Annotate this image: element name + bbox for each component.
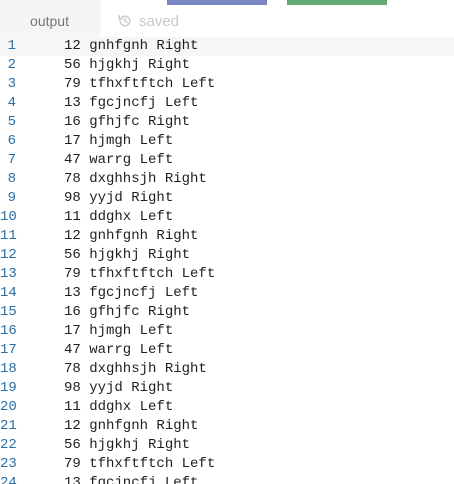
code-line: 7 47 warrg Left — [0, 151, 454, 170]
line-number: 20 — [0, 399, 17, 415]
code-text: 56 hjgkhj Right — [64, 57, 191, 73]
tab-output[interactable]: output — [0, 0, 99, 42]
line-number: 24 — [0, 475, 17, 484]
code-line: 13 79 tfhxftftch Left — [0, 265, 454, 284]
line-number: 3 — [7, 76, 16, 92]
code-line: 22 56 hjgkhj Right — [0, 436, 454, 455]
code-line: 3 79 tfhxftftch Left — [0, 75, 454, 94]
code-text: 98 yyjd Right — [64, 380, 174, 396]
line-number: 8 — [7, 171, 16, 187]
line-number: 17 — [0, 342, 17, 358]
code-line: 1 12 gnhfgnh Right — [0, 37, 454, 56]
code-line: 14 13 fgcjncfj Left — [0, 284, 454, 303]
code-text: 78 dxghhsjh Right — [64, 361, 207, 377]
code-line: 23 79 tfhxftftch Left — [0, 455, 454, 474]
line-number: 10 — [0, 209, 17, 225]
code-line: 6 17 hjmgh Left — [0, 132, 454, 151]
code-line: 16 17 hjmgh Left — [0, 322, 454, 341]
code-line: 15 16 gfhjfc Right — [0, 303, 454, 322]
code-text: 79 tfhxftftch Left — [64, 266, 216, 282]
code-line: 17 47 warrg Left — [0, 341, 454, 360]
line-number: 14 — [0, 285, 17, 301]
code-line: 21 12 gnhfgnh Right — [0, 417, 454, 436]
code-line: 19 98 yyjd Right — [0, 379, 454, 398]
code-line: 10 11 ddghx Left — [0, 208, 454, 227]
tab-output-label: output — [30, 13, 69, 29]
line-number: 9 — [7, 190, 16, 206]
line-number: 22 — [0, 437, 17, 453]
code-text: 98 yyjd Right — [64, 190, 174, 206]
code-line: 8 78 dxghhsjh Right — [0, 170, 454, 189]
code-text: 12 gnhfgnh Right — [64, 38, 199, 54]
line-number: 2 — [7, 57, 16, 73]
status-bar-green — [287, 0, 387, 5]
code-line: 12 56 hjgkhj Right — [0, 246, 454, 265]
editor-window: output saved 1 12 gnhfgnh Right 2 56 hjg… — [0, 0, 454, 484]
line-number: 4 — [7, 95, 16, 111]
code-text: 79 tfhxftftch Left — [64, 456, 216, 472]
code-text: 78 dxghhsjh Right — [64, 171, 207, 187]
status-bar-blue — [167, 0, 267, 5]
code-line: 18 78 dxghhsjh Right — [0, 360, 454, 379]
code-text: 11 ddghx Left — [64, 399, 174, 415]
code-text: 11 ddghx Left — [64, 209, 174, 225]
history-icon — [117, 13, 133, 29]
line-number: 21 — [0, 418, 17, 434]
code-line: 2 56 hjgkhj Right — [0, 56, 454, 75]
tab-saved-label: saved — [139, 12, 180, 30]
code-line: 5 16 gfhjfc Right — [0, 113, 454, 132]
code-text: 13 fgcjncfj Left — [64, 95, 199, 111]
code-text: 12 gnhfgnh Right — [64, 418, 199, 434]
code-text: 13 fgcjncfj Left — [64, 475, 199, 484]
line-number: 13 — [0, 266, 17, 282]
code-line: 11 12 gnhfgnh Right — [0, 227, 454, 246]
line-number: 11 — [0, 228, 17, 244]
code-text: 17 hjmgh Left — [64, 133, 174, 149]
line-number: 6 — [7, 133, 16, 149]
code-text: 12 gnhfgnh Right — [64, 228, 199, 244]
tab-saved[interactable]: saved — [101, 0, 454, 42]
code-text: 13 fgcjncfj Left — [64, 285, 199, 301]
code-line: 20 11 ddghx Left — [0, 398, 454, 417]
code-line: 9 98 yyjd Right — [0, 189, 454, 208]
code-text: 16 gfhjfc Right — [64, 114, 191, 130]
code-text: 47 warrg Left — [64, 152, 174, 168]
code-text: 79 tfhxftftch Left — [64, 76, 216, 92]
code-line: 24 13 fgcjncfj Left — [0, 474, 454, 484]
line-number: 18 — [0, 361, 17, 377]
line-number: 19 — [0, 380, 17, 396]
code-text: 17 hjmgh Left — [64, 323, 174, 339]
line-number: 5 — [7, 114, 16, 130]
line-number: 23 — [0, 456, 17, 472]
line-number: 16 — [0, 323, 17, 339]
line-number: 12 — [0, 247, 17, 263]
code-text: 16 gfhjfc Right — [64, 304, 191, 320]
code-text: 56 hjgkhj Right — [64, 437, 191, 453]
line-number: 7 — [7, 152, 16, 168]
code-text: 47 warrg Left — [64, 342, 174, 358]
code-text: 56 hjgkhj Right — [64, 247, 191, 263]
line-number: 15 — [0, 304, 17, 320]
line-number: 1 — [7, 38, 16, 54]
code-line: 4 13 fgcjncfj Left — [0, 94, 454, 113]
code-editor[interactable]: 1 12 gnhfgnh Right 2 56 hjgkhj Right 3 7… — [0, 37, 454, 484]
